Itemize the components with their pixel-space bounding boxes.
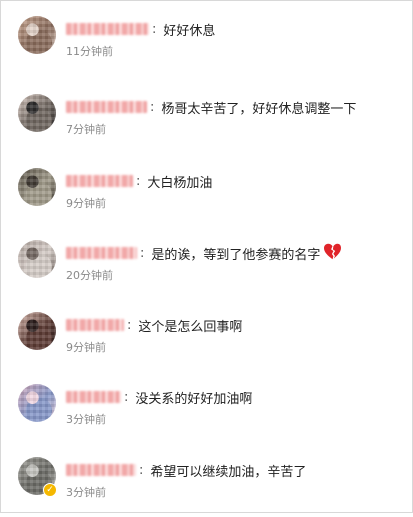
comment-text: 杨哥太辛苦了，好好休息调整一下 <box>161 101 357 117</box>
comment-time: 7分钟前 <box>66 123 106 136</box>
comment-line: : 大白杨加油 <box>66 171 212 191</box>
comment-time: 9分钟前 <box>66 197 106 210</box>
comment-text: 是的诶，等到了他参赛的名字 <box>151 247 321 263</box>
comment-line: : 是的诶，等到了他参赛的名字 <box>66 243 342 263</box>
comment-text: 好好休息 <box>163 23 216 39</box>
comment-text: 大白杨加油 <box>147 175 213 191</box>
username-blurred[interactable] <box>66 175 133 187</box>
colon-separator: : <box>127 317 132 333</box>
comment-line: : 希望可以继续加油，辛苦了 <box>66 460 306 480</box>
colon-separator: : <box>152 21 157 37</box>
username-blurred[interactable] <box>66 101 147 113</box>
colon-separator: : <box>140 245 145 261</box>
avatar[interactable] <box>18 16 56 54</box>
broken-heart-icon <box>323 243 342 264</box>
comment-text: 希望可以继续加油，辛苦了 <box>150 464 307 480</box>
username-blurred[interactable] <box>66 247 137 259</box>
comment-time: 11分钟前 <box>66 45 113 58</box>
avatar[interactable] <box>18 240 56 278</box>
username-blurred[interactable] <box>66 23 149 35</box>
username-blurred[interactable] <box>66 391 121 403</box>
comment-line: : 没关系的好好加油啊 <box>66 387 252 407</box>
avatar[interactable] <box>18 384 56 422</box>
avatar[interactable] <box>18 312 56 350</box>
comment-item: : 是的诶，等到了他参赛的名字 20分钟前 <box>1 240 412 300</box>
avatar[interactable] <box>18 168 56 206</box>
colon-separator: : <box>124 389 129 405</box>
comment-item: : 大白杨加油 9分钟前 <box>1 168 412 228</box>
comment-line: : 杨哥太辛苦了，好好休息调整一下 <box>66 97 356 117</box>
comment-item: ✓ : 希望可以继续加油，辛苦了 3分钟前 <box>1 457 412 517</box>
comment-time: 3分钟前 <box>66 486 106 499</box>
comment-time: 9分钟前 <box>66 341 106 354</box>
comment-item: : 这个是怎么回事啊 9分钟前 <box>1 312 412 372</box>
comment-time: 20分钟前 <box>66 269 113 282</box>
comment-text: 这个是怎么回事啊 <box>138 319 243 335</box>
colon-separator: : <box>136 173 141 189</box>
comment-line: : 好好休息 <box>66 19 215 39</box>
colon-separator: : <box>150 99 155 115</box>
username-blurred[interactable] <box>66 464 136 476</box>
username-blurred[interactable] <box>66 319 124 331</box>
colon-separator: : <box>139 462 144 478</box>
comment-item: : 好好休息 11分钟前 <box>1 16 412 76</box>
comment-line: : 这个是怎么回事啊 <box>66 315 242 335</box>
comment-item: : 杨哥太辛苦了，好好休息调整一下 7分钟前 <box>1 94 412 154</box>
comment-list: : 好好休息 11分钟前 : 杨哥太辛苦了，好好休息调整一下 7分钟前 : 大白… <box>0 0 413 513</box>
comment-item: : 没关系的好好加油啊 3分钟前 <box>1 384 412 444</box>
comment-time: 3分钟前 <box>66 413 106 426</box>
avatar[interactable] <box>18 94 56 132</box>
comment-text: 没关系的好好加油啊 <box>135 391 253 407</box>
verified-badge-icon: ✓ <box>43 483 57 497</box>
